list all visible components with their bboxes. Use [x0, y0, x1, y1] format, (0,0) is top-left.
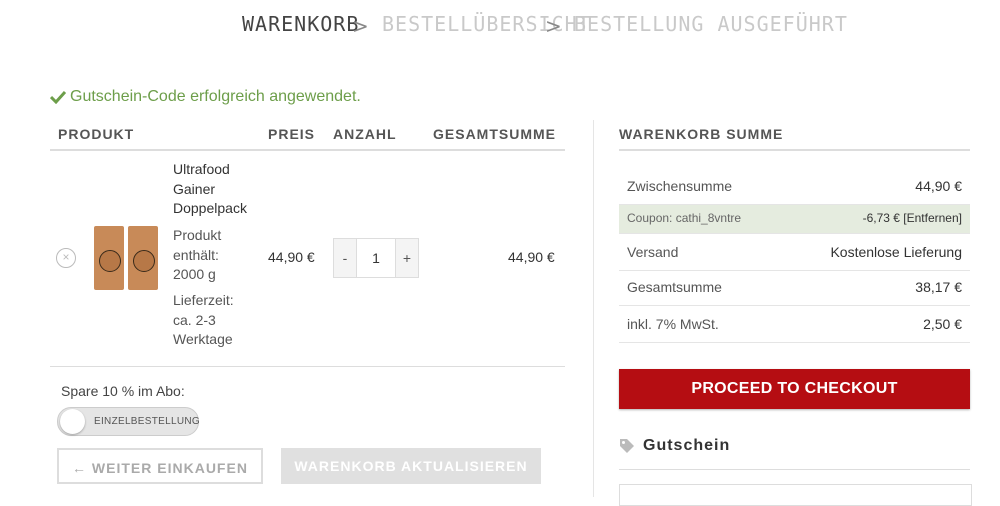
- remove-item-button[interactable]: ×: [56, 248, 76, 268]
- summary-row-subtotal: Zwischensumme 44,90 €: [619, 168, 970, 205]
- tax-value: 2,50 €: [923, 316, 962, 332]
- summary-title-divider: [619, 149, 970, 151]
- header-quantity: ANZAHL: [333, 126, 397, 142]
- summary-row-shipping: Versand Kostenlose Lieferung: [619, 234, 970, 271]
- header-price: PREIS: [268, 126, 316, 142]
- notice-text: Gutschein-Code erfolgreich angewendet.: [70, 88, 361, 105]
- breadcrumb-step-cart[interactable]: WARENKORB: [242, 12, 359, 36]
- delivery-info: Lieferzeit: ca. 2-3 Werktage: [173, 292, 234, 347]
- total-value: 38,17 €: [915, 279, 962, 295]
- quantity-input[interactable]: 1: [356, 239, 396, 277]
- continue-shopping-button[interactable]: ← WEITER EINKAUFEN: [57, 448, 263, 484]
- coupon-value: -6,73 €: [862, 211, 900, 225]
- tax-label: inkl. 7% MwSt.: [627, 316, 719, 332]
- breadcrumb-separator: >: [545, 14, 562, 38]
- quantity-stepper: - 1 +: [333, 238, 419, 278]
- column-divider: [593, 120, 594, 497]
- toggle-knob: [60, 409, 85, 434]
- header-divider: [50, 149, 565, 151]
- breadcrumb-step-complete: BESTELLUNG AUSGEFÜHRT: [574, 12, 848, 36]
- decrease-quantity-button[interactable]: -: [334, 239, 356, 277]
- breadcrumb-separator: >: [352, 14, 369, 38]
- proceed-to-checkout-button[interactable]: PROCEED TO CHECKOUT: [619, 369, 970, 409]
- product-name-link[interactable]: Ultrafood Gainer Doppelpack: [173, 160, 247, 219]
- remove-icon: ×: [62, 250, 70, 264]
- header-total: GESAMTSUMME: [433, 126, 556, 142]
- header-product: PRODUKT: [58, 126, 135, 142]
- coupon-section-title: Gutschein: [643, 437, 731, 454]
- summary-row-tax: inkl. 7% MwSt. 2,50 €: [619, 306, 970, 343]
- subscription-label: Spare 10 % im Abo:: [61, 383, 185, 399]
- update-cart-button[interactable]: WARENKORB AKTUALISIEREN: [281, 448, 541, 484]
- shipping-value: Kostenlose Lieferung: [830, 244, 962, 260]
- summary-row-total: Gesamtsumme 38,17 €: [619, 269, 970, 306]
- item-subtotal: 44,90 €: [508, 249, 555, 265]
- increase-quantity-button[interactable]: +: [396, 239, 418, 277]
- subscription-toggle[interactable]: EINZELBESTELLUNG: [57, 407, 200, 436]
- subtotal-label: Zwischensumme: [627, 178, 733, 194]
- toggle-label: EINZELBESTELLUNG: [94, 416, 200, 427]
- summary-row-coupon: Coupon: cathi_8vntre -6,73 € [Entfernen]: [619, 205, 970, 234]
- coupon-label: Coupon: cathi_8vntre: [627, 211, 742, 225]
- cart-summary-title: WARENKORB SUMME: [619, 126, 784, 142]
- item-price: 44,90 €: [268, 249, 315, 265]
- coupon-code-field[interactable]: [619, 484, 972, 506]
- row-divider: [50, 366, 565, 367]
- product-image[interactable]: [94, 226, 158, 290]
- product-info: Produkt enthält: 2000 g: [173, 227, 222, 282]
- coupon-success-notice: Gutschein-Code erfolgreich angewendet.: [50, 88, 361, 106]
- subtotal-value: 44,90 €: [915, 178, 962, 194]
- tag-icon: [620, 439, 634, 453]
- coupon-value-group: -6,73 € [Entfernen]: [863, 211, 962, 225]
- total-label: Gesamtsumme: [627, 279, 722, 295]
- coupon-section-header[interactable]: Gutschein: [619, 437, 730, 455]
- check-icon: [50, 90, 66, 104]
- remove-coupon-link[interactable]: [Entfernen]: [903, 211, 962, 225]
- shipping-label: Versand: [627, 244, 679, 260]
- coupon-divider: [619, 469, 970, 470]
